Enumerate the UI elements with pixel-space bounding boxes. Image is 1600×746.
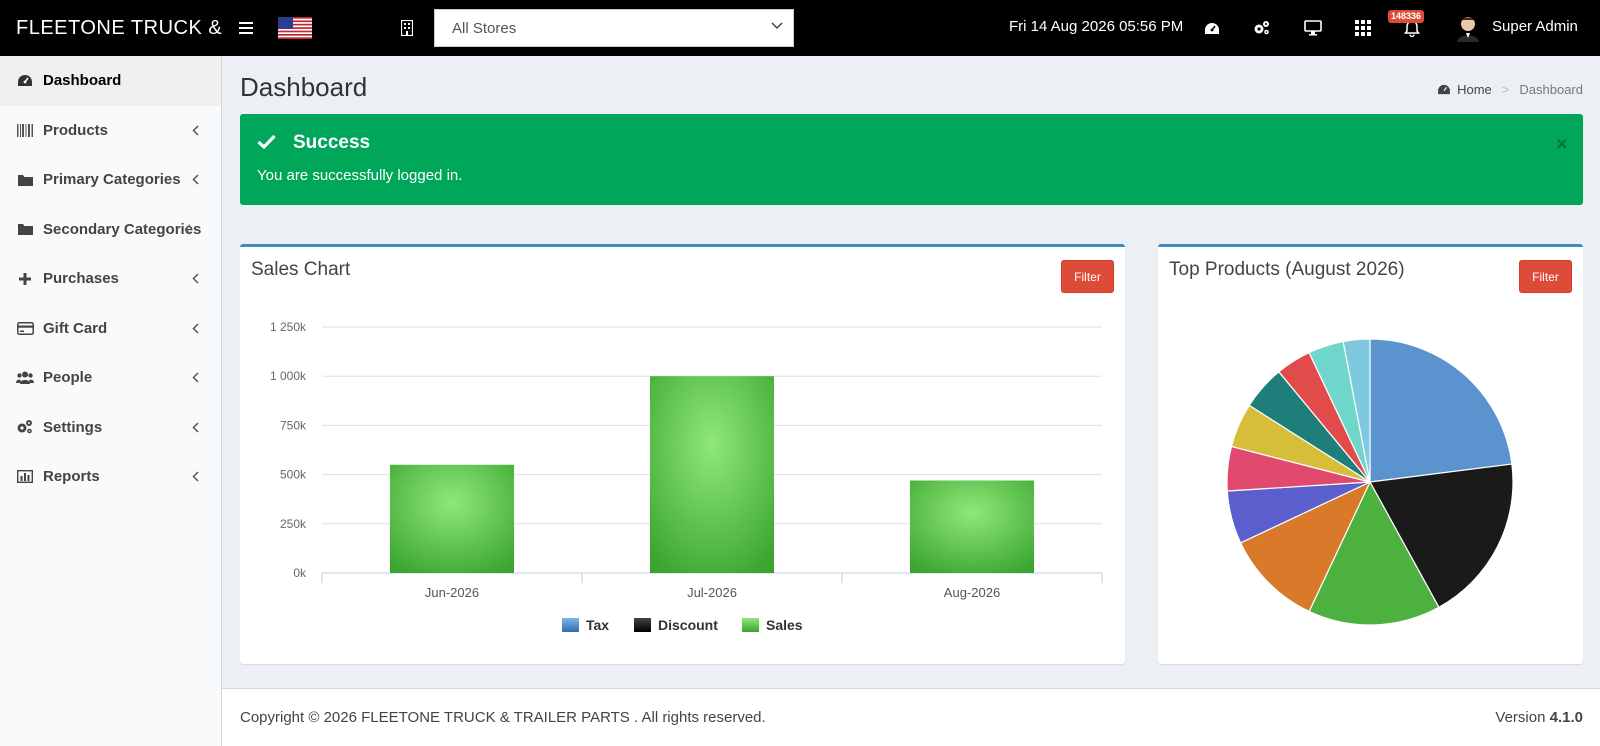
settings-shortcut-button[interactable] (1251, 17, 1273, 39)
sales-bar (650, 376, 774, 573)
legend-label: Discount (658, 617, 718, 633)
chevron-down-icon (771, 22, 783, 30)
users-icon (16, 370, 34, 386)
store-select-value: All Stores (452, 19, 517, 37)
cogs-icon (1254, 21, 1269, 35)
sidebar-item-label: People (43, 369, 93, 387)
language-flag-button[interactable] (278, 17, 312, 39)
apps-shortcut-button[interactable] (1352, 17, 1374, 39)
top-products-pie-chart (1226, 338, 1514, 626)
dashboard-icon (1438, 84, 1451, 95)
sidebar-item-label: Dashboard (43, 72, 122, 90)
y-tick-label: 1 250k (270, 320, 307, 334)
dashboard-icon (16, 73, 34, 89)
chevron-left-icon (192, 471, 199, 482)
sidebar-item-settings[interactable]: Settings (0, 403, 221, 453)
us-flag-icon (278, 17, 312, 39)
desktop-icon (1304, 20, 1322, 36)
legend-swatch (562, 618, 579, 632)
chevron-left-icon (192, 273, 199, 284)
sidebar-item-label: Primary Categories (43, 171, 181, 189)
x-category-label: Aug-2026 (944, 585, 1000, 600)
sidebar: Dashboard Products Primary Categories Se… (0, 56, 222, 746)
footer: Copyright © 2026 FLEETONE TRUCK & TRAILE… (222, 688, 1600, 746)
sales-bar-chart: 0k 250k 500k 750k 1 000k 1 250k Jun-2026 Jul-20… (270, 320, 1103, 633)
legend-label: Tax (586, 617, 609, 633)
success-alert: Success You are successfully logged in. … (240, 114, 1583, 205)
sidebar-item-reports[interactable]: Reports (0, 452, 221, 502)
sidebar-item-secondary-categories[interactable]: Secondary Categories (0, 205, 221, 255)
legend-label: Sales (766, 617, 803, 633)
hamburger-icon (239, 22, 253, 34)
sidebar-item-label: Products (43, 121, 109, 139)
legend-swatch (634, 618, 651, 632)
chevron-left-icon (192, 124, 199, 136)
alert-close-button[interactable]: × (1556, 134, 1567, 155)
notification-count-badge: 148336 (1388, 10, 1425, 23)
credit-card-icon (16, 320, 34, 336)
sales-bar (910, 480, 1034, 573)
breadcrumb-current: Dashboard (1519, 82, 1583, 97)
footer-version: Version 4.1.0 (1495, 709, 1583, 726)
sidebar-toggle-button[interactable] (222, 0, 270, 56)
chevron-left-icon (192, 421, 199, 433)
brand-logo[interactable]: FLEETONE TRUCK & TRAILER PARTS (0, 0, 222, 56)
sidebar-item-people[interactable]: People (0, 353, 221, 403)
breadcrumb-separator: > (1501, 82, 1510, 97)
sidebar-item-primary-categories[interactable]: Primary Categories (0, 155, 221, 205)
sidebar-item-label: Gift Card (43, 319, 108, 337)
cogs-icon (16, 419, 34, 435)
footer-copyright: Copyright © 2026 FLEETONE TRUCK & TRAILE… (240, 709, 766, 726)
dashboard-shortcut-button[interactable] (1201, 17, 1223, 39)
user-name[interactable]: Super Admin (1492, 18, 1578, 35)
sales-bar (390, 464, 514, 573)
current-datetime: Fri 14 Aug 2026 05:56 PM (1009, 18, 1184, 35)
x-category-label: Jun-2026 (425, 585, 479, 600)
y-tick-label: 0k (293, 566, 307, 580)
alert-title: Success (293, 132, 371, 153)
chevron-left-icon (192, 174, 199, 185)
folder-icon (16, 172, 34, 188)
barcode-icon (16, 122, 34, 138)
y-tick-label: 500k (280, 468, 307, 482)
pie-slice (1369, 338, 1513, 483)
building-icon (398, 18, 416, 38)
sidebar-item-purchases[interactable]: Purchases (0, 254, 221, 304)
y-tick-label: 750k (280, 418, 307, 432)
folder-icon (16, 221, 34, 237)
grid-icon (1355, 20, 1371, 36)
chevron-left-icon (192, 372, 199, 383)
top-products-box: Top Products (August 2026) Filter (1158, 244, 1583, 664)
breadcrumb: Home > Dashboard (1437, 82, 1583, 97)
x-category-label: Jul-2026 (687, 585, 737, 600)
version-label: Version (1495, 709, 1546, 726)
sidebar-item-label: Reports (43, 468, 100, 486)
check-icon (257, 134, 276, 149)
sidebar-item-label: Purchases (43, 270, 119, 288)
breadcrumb-home-link[interactable]: Home (1457, 82, 1492, 97)
plus-icon (16, 271, 34, 287)
user-avatar[interactable] (1455, 14, 1481, 42)
chevron-left-icon (184, 223, 191, 235)
sidebar-item-gift-card[interactable]: Gift Card (0, 304, 221, 354)
sidebar-item-label: Settings (43, 418, 103, 436)
top-navbar: FLEETONE TRUCK & TRAILER PARTS All Store… (0, 0, 1600, 56)
chevron-left-icon (192, 322, 199, 334)
sales-chart-box: Sales Chart Filter 0k 250k 500k 750k 1 000k 1… (240, 244, 1125, 664)
dashboard-icon (1205, 22, 1219, 34)
user-avatar-icon (1457, 17, 1479, 42)
bar-chart-icon (16, 469, 34, 485)
store-select[interactable]: All Stores (434, 9, 794, 47)
version-number: 4.1.0 (1549, 709, 1583, 726)
y-tick-label: 1 000k (270, 369, 307, 383)
y-tick-label: 250k (280, 517, 307, 531)
sidebar-item-products[interactable]: Products (0, 106, 221, 156)
legend-swatch (742, 618, 759, 632)
pos-shortcut-button[interactable] (1302, 17, 1324, 39)
sidebar-item-label: Secondary Categories (43, 220, 202, 238)
alert-message: You are successfully logged in. (257, 167, 463, 184)
sidebar-item-dashboard[interactable]: Dashboard (0, 56, 221, 106)
page-title: Dashboard (240, 72, 368, 102)
